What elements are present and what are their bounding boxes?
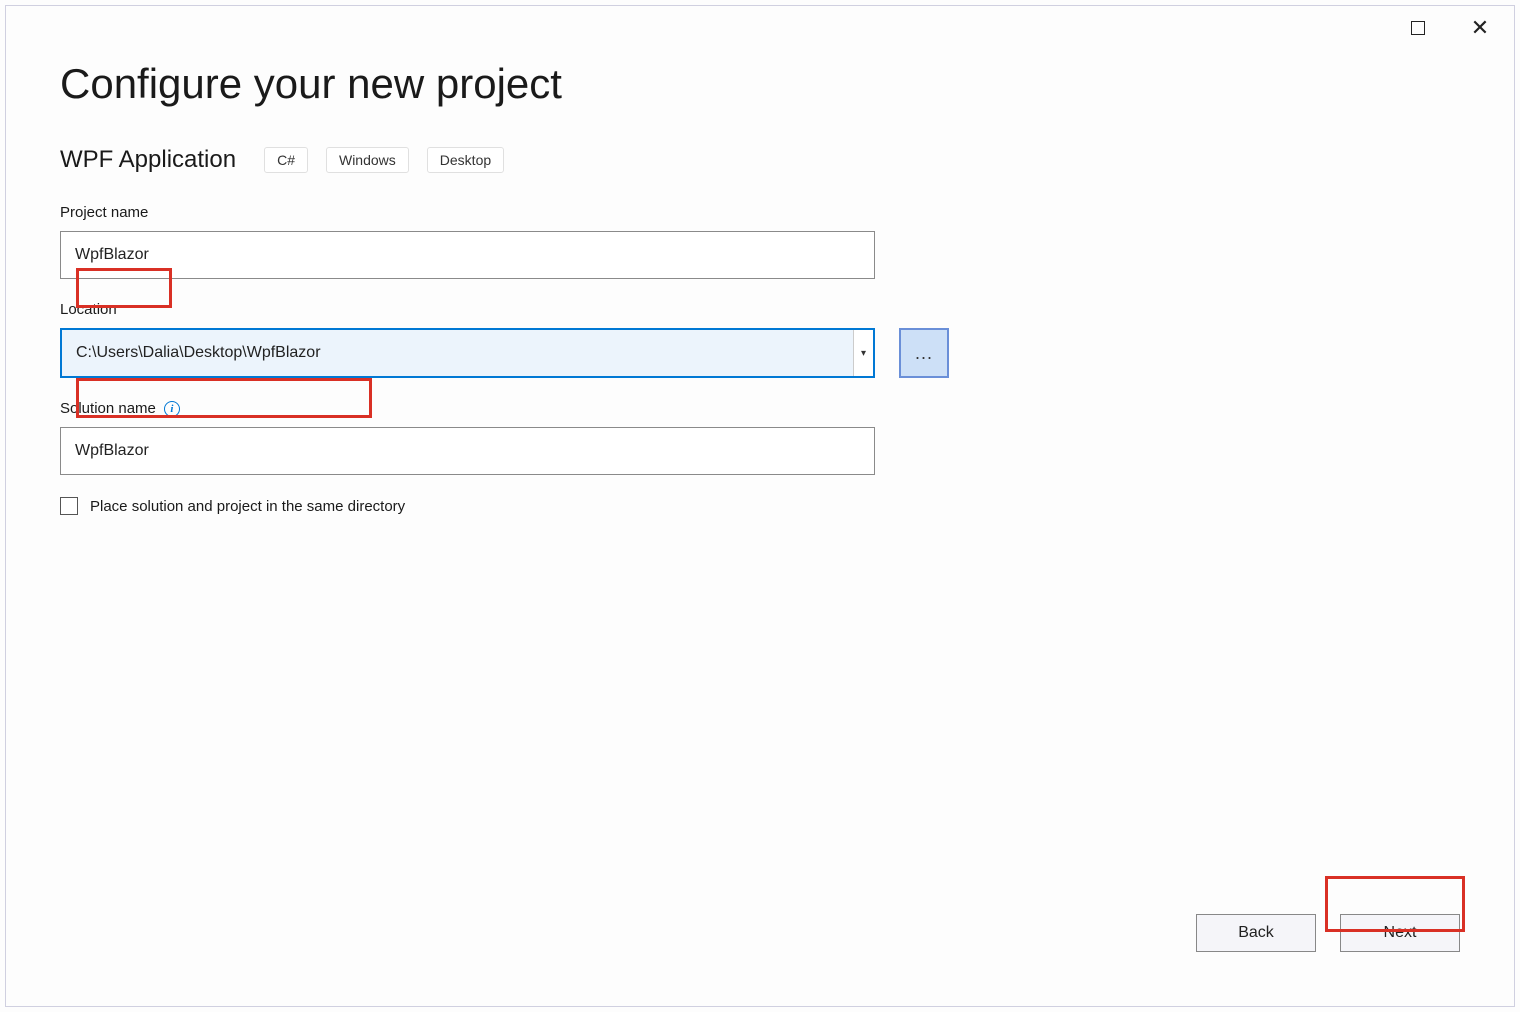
location-input[interactable] [62, 330, 853, 376]
maximize-icon [1411, 21, 1425, 35]
location-combobox[interactable]: ▾ [60, 328, 875, 378]
info-icon[interactable]: i [164, 401, 180, 417]
project-name-input[interactable] [60, 231, 875, 279]
button-row: Back Next [1196, 914, 1460, 952]
location-label: Location [60, 301, 1460, 318]
template-name: WPF Application [60, 146, 236, 174]
page-title: Configure your new project [60, 60, 1460, 108]
template-tag-csharp: C# [264, 147, 308, 173]
next-button[interactable]: Next [1340, 914, 1460, 952]
titlebar-controls: ✕ [1408, 18, 1490, 38]
dropdown-arrow-icon[interactable]: ▾ [853, 330, 873, 376]
same-directory-checkbox[interactable] [60, 497, 78, 515]
maximize-button[interactable] [1408, 18, 1428, 38]
template-tag-windows: Windows [326, 147, 409, 173]
browse-button[interactable]: ... [899, 328, 949, 378]
template-info-row: WPF Application C# Windows Desktop [60, 146, 1460, 174]
back-button[interactable]: Back [1196, 914, 1316, 952]
location-row: ▾ ... [60, 328, 1460, 378]
project-name-label: Project name [60, 204, 1460, 221]
same-directory-row: Place solution and project in the same d… [60, 497, 1460, 515]
close-icon: ✕ [1471, 17, 1489, 39]
template-tag-desktop: Desktop [427, 147, 504, 173]
dialog-content: Configure your new project WPF Applicati… [60, 60, 1460, 952]
close-button[interactable]: ✕ [1470, 18, 1490, 38]
solution-name-label: Solution name [60, 400, 156, 417]
location-group: Location ▾ ... [60, 301, 1460, 378]
solution-name-input[interactable] [60, 427, 875, 475]
project-name-group: Project name [60, 204, 1460, 279]
solution-name-label-row: Solution name i [60, 400, 1460, 417]
solution-name-group: Solution name i [60, 400, 1460, 475]
same-directory-label: Place solution and project in the same d… [90, 498, 405, 515]
